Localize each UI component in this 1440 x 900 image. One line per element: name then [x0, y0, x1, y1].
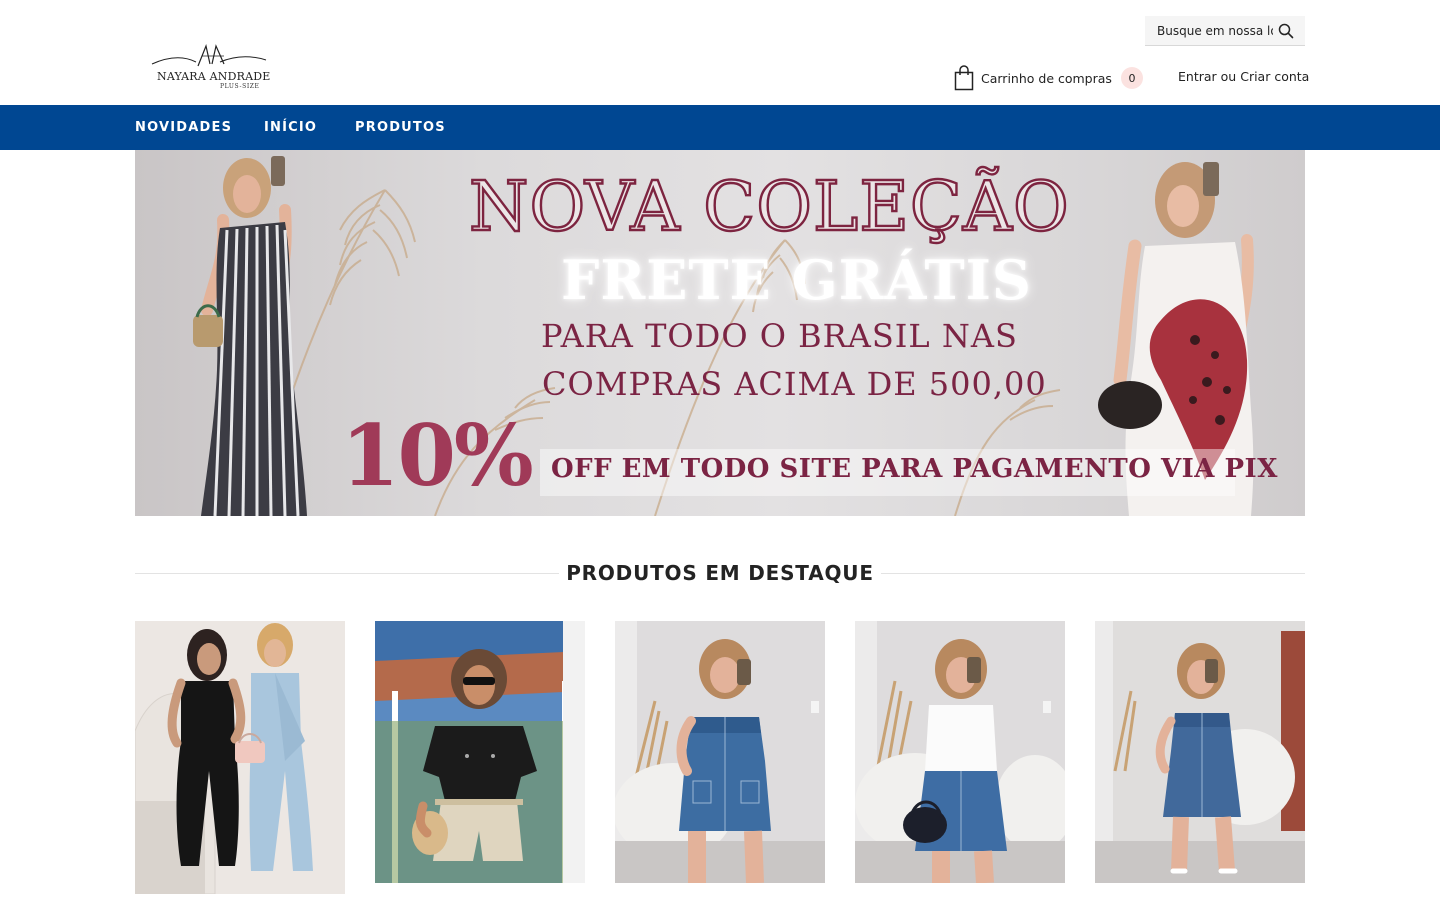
product-photo-denim-strapless-dress — [615, 621, 825, 883]
nav-item-produtos[interactable]: PRODUTOS — [355, 120, 446, 135]
featured-section-title: PRODUTOS EM DESTAQUE — [566, 561, 874, 585]
product-card[interactable] — [615, 621, 825, 883]
account-links: Entrar ou Criar conta — [1178, 69, 1309, 84]
cart-link[interactable]: Carrinho de compras 0 — [954, 64, 1143, 92]
section-divider-left — [135, 573, 559, 574]
banner-shipping-line-2: COMPRAS ACIMA DE 500,00 — [542, 365, 1047, 403]
product-card[interactable] — [135, 621, 345, 894]
banner-discount-percent: 10% — [341, 406, 534, 505]
banner-model-left — [193, 156, 307, 516]
account-separator: ou — [1220, 69, 1237, 84]
logo-script-icon — [151, 43, 267, 67]
banner-shipping-line-1: PARA TODO O BRASIL NAS — [541, 317, 1018, 355]
product-photo-black-shirt-shorts — [375, 621, 585, 883]
banner-free-shipping: FRETE GRÁTIS — [561, 248, 1032, 312]
site-header: NAYARA ANDRADE PLUS-SIZE Carrinho de com… — [0, 0, 1440, 105]
cart-count-badge: 0 — [1120, 67, 1143, 89]
store-logo[interactable]: NAYARA ANDRADE PLUS-SIZE — [150, 42, 271, 92]
product-photo-white-top-denim-skirt — [855, 621, 1065, 883]
search-input[interactable] — [1145, 16, 1273, 45]
banner-discount-text: OFF EM TODO SITE PARA PAGAMENTO VIA PIX — [551, 454, 1278, 484]
register-link[interactable]: Criar conta — [1240, 69, 1309, 84]
shopping-bag-icon — [954, 65, 974, 91]
product-card[interactable] — [375, 621, 585, 883]
section-divider-right — [881, 573, 1305, 574]
nav-item-novidades[interactable]: NOVIDADES — [135, 120, 232, 135]
product-card[interactable] — [1095, 621, 1305, 883]
login-link[interactable]: Entrar — [1178, 69, 1217, 84]
nav-item-inicio[interactable]: INÍCIO — [264, 120, 317, 135]
search-box — [1145, 16, 1305, 46]
main-nav: NOVIDADES INÍCIO PRODUTOS — [0, 105, 1440, 150]
cart-label: Carrinho de compras — [981, 70, 1112, 86]
product-card[interactable] — [855, 621, 1065, 883]
promo-banner[interactable]: NOVA COLEÇÃO FRETE GRÁTIS PARA TODO O BR… — [135, 150, 1305, 516]
logo-brand-text: NAYARA ANDRADE — [157, 70, 271, 83]
logo-tagline: PLUS-SIZE — [220, 83, 260, 90]
product-photo-jumpsuits — [135, 621, 345, 894]
product-photo-denim-mini-dress — [1095, 621, 1305, 883]
banner-headline: NOVA COLEÇÃO — [468, 167, 1070, 248]
search-icon[interactable] — [1277, 22, 1295, 40]
